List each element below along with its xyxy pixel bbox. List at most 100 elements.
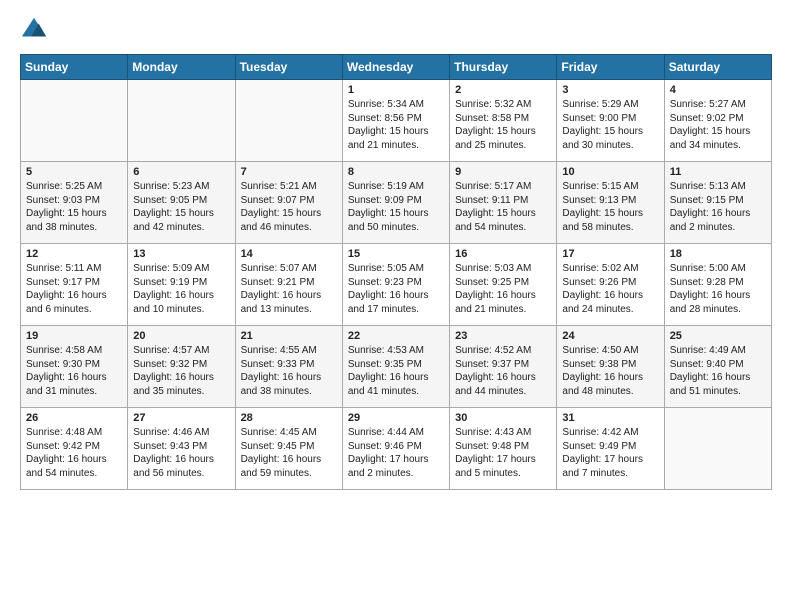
day-info: Sunrise: 5:29 AM Sunset: 9:00 PM Dayligh… [562,98,658,152]
calendar-header-row: SundayMondayTuesdayWednesdayThursdayFrid… [21,55,772,80]
calendar-cell: 1 Sunrise: 5:34 AM Sunset: 8:56 PM Daylig… [342,80,449,162]
calendar-week-row: 26 Sunrise: 4:48 AM Sunset: 9:42 PM Dayli… [21,408,772,490]
calendar-cell: 22 Sunrise: 4:53 AM Sunset: 9:35 PM Dayli… [342,326,449,408]
day-number: 22 [348,330,444,342]
day-number: 29 [348,412,444,424]
day-info: Sunrise: 5:05 AM Sunset: 9:23 PM Dayligh… [348,262,444,316]
page: SundayMondayTuesdayWednesdayThursdayFrid… [0,0,792,500]
calendar-cell: 5 Sunrise: 5:25 AM Sunset: 9:03 PM Daylig… [21,162,128,244]
day-number: 24 [562,330,658,342]
day-number: 14 [241,248,337,260]
calendar-cell: 29 Sunrise: 4:44 AM Sunset: 9:46 PM Dayli… [342,408,449,490]
day-info: Sunrise: 5:11 AM Sunset: 9:17 PM Dayligh… [26,262,122,316]
calendar-cell: 31Sunrise: 4:42 AM Sunset: 9:49 PM Dayli… [557,408,664,490]
day-info: Sunrise: 5:27 AM Sunset: 9:02 PM Dayligh… [670,98,766,152]
day-info: Sunrise: 5:00 AM Sunset: 9:28 PM Dayligh… [670,262,766,316]
calendar-cell: 14 Sunrise: 5:07 AM Sunset: 9:21 PM Dayli… [235,244,342,326]
calendar-cell: 17Sunrise: 5:02 AM Sunset: 9:26 PM Dayli… [557,244,664,326]
calendar-cell [128,80,235,162]
day-number: 19 [26,330,122,342]
day-number: 5 [26,166,122,178]
day-number: 25 [670,330,766,342]
calendar-cell: 20 Sunrise: 4:57 AM Sunset: 9:32 PM Dayli… [128,326,235,408]
logo-icon [20,16,48,44]
day-number: 16 [455,248,551,260]
col-header-thursday: Thursday [450,55,557,80]
logo [20,16,52,44]
calendar-cell: 28 Sunrise: 4:45 AM Sunset: 9:45 PM Dayli… [235,408,342,490]
col-header-saturday: Saturday [664,55,771,80]
col-header-monday: Monday [128,55,235,80]
day-info: Sunrise: 4:43 AM Sunset: 9:48 PM Dayligh… [455,426,551,480]
day-number: 4 [670,84,766,96]
calendar-cell: 21 Sunrise: 4:55 AM Sunset: 9:33 PM Dayli… [235,326,342,408]
calendar-cell: 8Sunrise: 5:19 AM Sunset: 9:09 PM Daylig… [342,162,449,244]
calendar-cell: 27 Sunrise: 4:46 AM Sunset: 9:43 PM Dayli… [128,408,235,490]
day-info: Sunrise: 4:55 AM Sunset: 9:33 PM Dayligh… [241,344,337,398]
calendar-week-row: 19 Sunrise: 4:58 AM Sunset: 9:30 PM Dayli… [21,326,772,408]
calendar-cell: 13 Sunrise: 5:09 AM Sunset: 9:19 PM Dayli… [128,244,235,326]
day-info: Sunrise: 4:49 AM Sunset: 9:40 PM Dayligh… [670,344,766,398]
day-info: Sunrise: 5:07 AM Sunset: 9:21 PM Dayligh… [241,262,337,316]
calendar-cell: 3Sunrise: 5:29 AM Sunset: 9:00 PM Daylig… [557,80,664,162]
calendar-cell: 2Sunrise: 5:32 AM Sunset: 8:58 PM Daylig… [450,80,557,162]
calendar-week-row: 1 Sunrise: 5:34 AM Sunset: 8:56 PM Daylig… [21,80,772,162]
calendar-cell: 11Sunrise: 5:13 AM Sunset: 9:15 PM Dayli… [664,162,771,244]
calendar-cell: 24 Sunrise: 4:50 AM Sunset: 9:38 PM Dayli… [557,326,664,408]
day-number: 26 [26,412,122,424]
calendar-cell: 18 Sunrise: 5:00 AM Sunset: 9:28 PM Dayli… [664,244,771,326]
day-info: Sunrise: 5:03 AM Sunset: 9:25 PM Dayligh… [455,262,551,316]
calendar-cell: 19 Sunrise: 4:58 AM Sunset: 9:30 PM Dayli… [21,326,128,408]
day-number: 21 [241,330,337,342]
calendar-cell: 15 Sunrise: 5:05 AM Sunset: 9:23 PM Dayli… [342,244,449,326]
day-info: Sunrise: 5:09 AM Sunset: 9:19 PM Dayligh… [133,262,229,316]
calendar-cell: 26 Sunrise: 4:48 AM Sunset: 9:42 PM Dayli… [21,408,128,490]
day-number: 30 [455,412,551,424]
day-info: Sunrise: 4:57 AM Sunset: 9:32 PM Dayligh… [133,344,229,398]
header [20,16,772,44]
calendar-week-row: 5 Sunrise: 5:25 AM Sunset: 9:03 PM Daylig… [21,162,772,244]
day-number: 12 [26,248,122,260]
calendar-cell: 12 Sunrise: 5:11 AM Sunset: 9:17 PM Dayli… [21,244,128,326]
calendar-cell: 30 Sunrise: 4:43 AM Sunset: 9:48 PM Dayli… [450,408,557,490]
day-info: Sunrise: 4:46 AM Sunset: 9:43 PM Dayligh… [133,426,229,480]
day-info: Sunrise: 5:13 AM Sunset: 9:15 PM Dayligh… [670,180,766,234]
calendar-cell: 9Sunrise: 5:17 AM Sunset: 9:11 PM Daylig… [450,162,557,244]
calendar-cell: 23 Sunrise: 4:52 AM Sunset: 9:37 PM Dayli… [450,326,557,408]
day-info: Sunrise: 5:32 AM Sunset: 8:58 PM Dayligh… [455,98,551,152]
day-number: 1 [348,84,444,96]
day-info: Sunrise: 4:52 AM Sunset: 9:37 PM Dayligh… [455,344,551,398]
day-number: 28 [241,412,337,424]
day-info: Sunrise: 4:42 AM Sunset: 9:49 PM Dayligh… [562,426,658,480]
day-info: Sunrise: 4:58 AM Sunset: 9:30 PM Dayligh… [26,344,122,398]
day-number: 10 [562,166,658,178]
calendar-cell: 16 Sunrise: 5:03 AM Sunset: 9:25 PM Dayli… [450,244,557,326]
col-header-wednesday: Wednesday [342,55,449,80]
calendar-cell: 6Sunrise: 5:23 AM Sunset: 9:05 PM Daylig… [128,162,235,244]
calendar-cell: 7 Sunrise: 5:21 AM Sunset: 9:07 PM Daylig… [235,162,342,244]
day-number: 15 [348,248,444,260]
day-info: Sunrise: 4:50 AM Sunset: 9:38 PM Dayligh… [562,344,658,398]
day-info: Sunrise: 4:53 AM Sunset: 9:35 PM Dayligh… [348,344,444,398]
day-info: Sunrise: 4:44 AM Sunset: 9:46 PM Dayligh… [348,426,444,480]
day-info: Sunrise: 4:48 AM Sunset: 9:42 PM Dayligh… [26,426,122,480]
day-info: Sunrise: 5:15 AM Sunset: 9:13 PM Dayligh… [562,180,658,234]
day-number: 9 [455,166,551,178]
day-number: 18 [670,248,766,260]
day-number: 23 [455,330,551,342]
calendar-cell: 10 Sunrise: 5:15 AM Sunset: 9:13 PM Dayli… [557,162,664,244]
calendar-cell: 25 Sunrise: 4:49 AM Sunset: 9:40 PM Dayli… [664,326,771,408]
calendar-cell [235,80,342,162]
day-info: Sunrise: 4:45 AM Sunset: 9:45 PM Dayligh… [241,426,337,480]
day-number: 6 [133,166,229,178]
day-number: 20 [133,330,229,342]
day-info: Sunrise: 5:21 AM Sunset: 9:07 PM Dayligh… [241,180,337,234]
day-number: 27 [133,412,229,424]
day-info: Sunrise: 5:25 AM Sunset: 9:03 PM Dayligh… [26,180,122,234]
day-info: Sunrise: 5:34 AM Sunset: 8:56 PM Dayligh… [348,98,444,152]
calendar-table: SundayMondayTuesdayWednesdayThursdayFrid… [20,54,772,490]
day-number: 7 [241,166,337,178]
day-info: Sunrise: 5:19 AM Sunset: 9:09 PM Dayligh… [348,180,444,234]
day-number: 13 [133,248,229,260]
calendar-cell [21,80,128,162]
